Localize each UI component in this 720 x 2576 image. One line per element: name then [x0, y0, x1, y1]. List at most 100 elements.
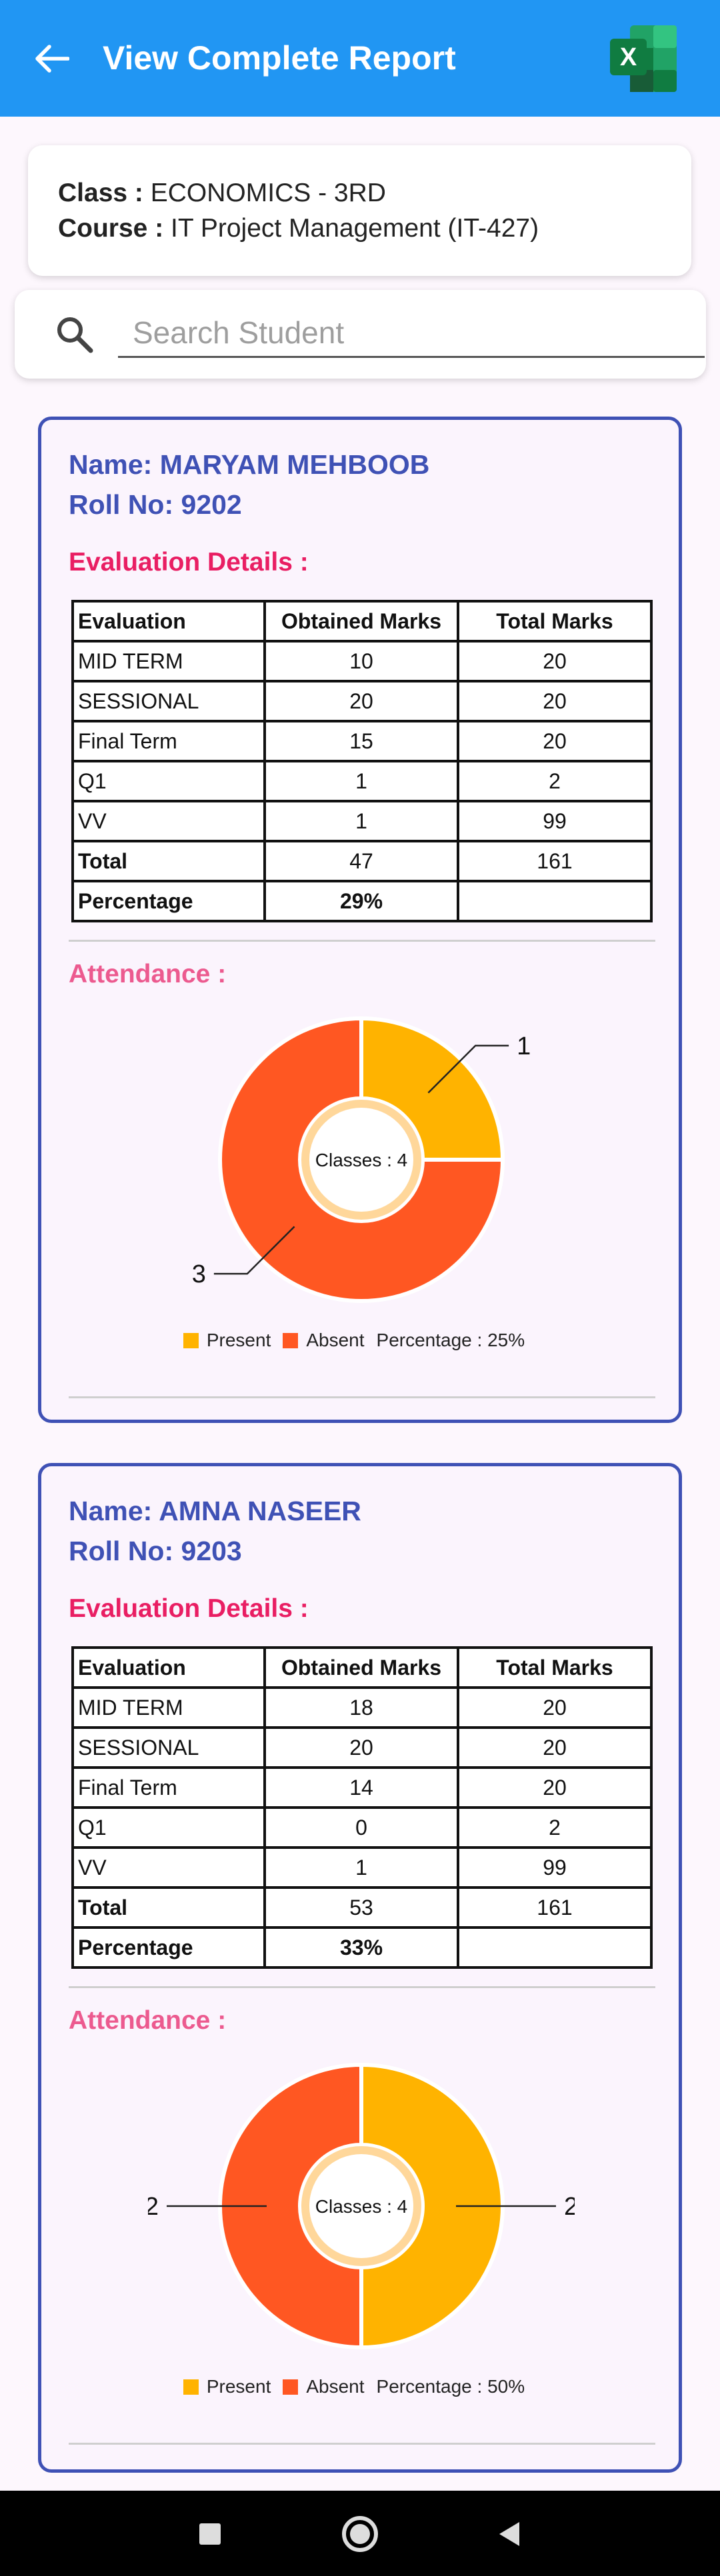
legend-present: Present	[183, 1330, 271, 1351]
attendance-donut-chart: 1 3 Classes : 4	[192, 1016, 531, 1303]
legend-absent-swatch	[283, 1332, 299, 1348]
divider	[69, 2443, 655, 2445]
header-evaluation: Evaluation	[71, 600, 266, 643]
system-navigation-bar	[0, 2491, 720, 2576]
legend-present-label: Present	[206, 1330, 271, 1350]
class-line: Class : ECONOMICS - 3RD	[58, 179, 386, 208]
attendance-legend: Present Absent Percentage : 25%	[41, 1330, 679, 1351]
cell-obtained: 33%	[263, 1926, 459, 1969]
cell-evaluation: Final Term	[71, 1766, 266, 1809]
header-total-marks: Total Marks	[457, 600, 653, 643]
table-row: VV 1 99	[71, 1846, 653, 1889]
divider	[69, 1396, 655, 1398]
legend-percentage: Percentage : 50%	[377, 2376, 525, 2397]
table-row: VV 1 99	[71, 800, 653, 842]
cell-total: 161	[457, 1886, 653, 1929]
classes-count-label: Classes : 4	[315, 2196, 408, 2217]
cell-total: 20	[457, 1766, 653, 1809]
home-button[interactable]	[337, 2511, 383, 2557]
attendance-legend: Present Absent Percentage : 50%	[41, 2376, 679, 2397]
cell-obtained: 0	[263, 1806, 459, 1849]
student-card: Name: MARYAM MEHBOOB Roll No: 9202 Evalu…	[38, 417, 682, 1423]
present-count-label: 1	[517, 1032, 531, 1060]
divider	[69, 940, 655, 942]
cell-evaluation: SESSIONAL	[71, 1726, 266, 1769]
triangle-back-icon	[499, 2522, 519, 2546]
class-info-card: Class : ECONOMICS - 3RD Course : IT Proj…	[28, 145, 691, 276]
legend-percentage-label: Percentage : 50%	[376, 2376, 525, 2397]
evaluation-details-title: Evaluation Details :	[69, 1594, 309, 1623]
student-name: Name: AMNA NASEER	[69, 1496, 361, 1526]
cell-obtained: 1	[263, 1846, 459, 1889]
table-row: MID TERM 10 20	[71, 640, 653, 682]
cell-total: 2	[457, 1806, 653, 1849]
cell-total: 20	[457, 640, 653, 682]
cell-total: 20	[457, 720, 653, 762]
search-student-input[interactable]	[118, 309, 705, 358]
table-row: Final Term 15 20	[71, 720, 653, 762]
search-icon	[57, 317, 93, 353]
system-back-button[interactable]	[487, 2511, 533, 2557]
legend-present-label: Present	[206, 2376, 271, 2397]
evaluation-details-title: Evaluation Details :	[69, 548, 309, 577]
classes-count-label: Classes : 4	[315, 1150, 408, 1170]
cell-obtained: 20	[263, 1726, 459, 1769]
back-button[interactable]	[25, 33, 79, 83]
cell-evaluation: MID TERM	[71, 1686, 266, 1729]
cell-obtained: 1	[263, 800, 459, 842]
cell-obtained: 20	[263, 680, 459, 722]
cell-obtained: 14	[263, 1766, 459, 1809]
cell-evaluation: Q1	[71, 1806, 266, 1849]
cell-total: 99	[457, 800, 653, 842]
cell-evaluation: MID TERM	[71, 640, 266, 682]
course-label: Course :	[58, 214, 164, 243]
legend-absent-label: Absent	[306, 2376, 365, 2397]
cell-total: 20	[457, 1726, 653, 1769]
recents-button[interactable]	[187, 2511, 233, 2557]
legend-percentage: Percentage : 25%	[377, 1330, 525, 1351]
table-row: SESSIONAL 20 20	[71, 680, 653, 722]
class-value: ECONOMICS - 3RD	[150, 179, 386, 207]
evaluation-table: Evaluation Obtained Marks Total Marks MI…	[71, 600, 653, 922]
cell-obtained: 53	[263, 1886, 459, 1929]
legend-percentage-label: Percentage : 25%	[376, 1330, 525, 1350]
cell-evaluation: VV	[71, 1846, 266, 1889]
cell-total	[457, 1926, 653, 1969]
legend-absent-label: Absent	[306, 1330, 365, 1350]
cell-obtained: 47	[263, 840, 459, 882]
attendance-title: Attendance :	[69, 960, 227, 988]
app-bar: View Complete Report X	[0, 0, 720, 117]
course-value: IT Project Management (IT-427)	[171, 214, 539, 243]
table-total-row: Total 53 161	[71, 1886, 653, 1929]
class-label: Class :	[58, 179, 143, 207]
page-title: View Complete Report	[103, 39, 456, 77]
cell-total: 161	[457, 840, 653, 882]
cell-obtained: 18	[263, 1686, 459, 1729]
search-bar	[15, 290, 706, 379]
header-total-marks: Total Marks	[457, 1646, 653, 1689]
student-roll-no: Roll No: 9203	[69, 1536, 242, 1566]
cell-evaluation: Percentage	[71, 880, 266, 922]
absent-count-label: 2	[148, 2193, 159, 2221]
table-header-row: Evaluation Obtained Marks Total Marks	[71, 1646, 653, 1689]
legend-absent-swatch	[283, 2379, 299, 2395]
student-roll-no: Roll No: 9202	[69, 489, 242, 520]
present-count-label: 2	[564, 2193, 575, 2221]
table-row: MID TERM 18 20	[71, 1686, 653, 1729]
student-name: Name: MARYAM MEHBOOB	[69, 449, 430, 480]
table-row: Q1 1 2	[71, 760, 653, 802]
cell-evaluation: Q1	[71, 760, 266, 802]
table-total-row: Total 47 161	[71, 840, 653, 882]
export-excel-button[interactable]: X	[603, 19, 683, 99]
legend-present: Present	[183, 2376, 271, 2397]
header-obtained-marks: Obtained Marks	[263, 1646, 459, 1689]
cell-evaluation: SESSIONAL	[71, 680, 266, 722]
cell-evaluation: Percentage	[71, 1926, 266, 1969]
header-evaluation: Evaluation	[71, 1646, 266, 1689]
cell-evaluation: Final Term	[71, 720, 266, 762]
circle-home-icon	[342, 2516, 378, 2552]
cell-obtained: 1	[263, 760, 459, 802]
divider	[69, 1986, 655, 1988]
attendance-title: Attendance :	[69, 2006, 227, 2035]
cell-total: 2	[457, 760, 653, 802]
